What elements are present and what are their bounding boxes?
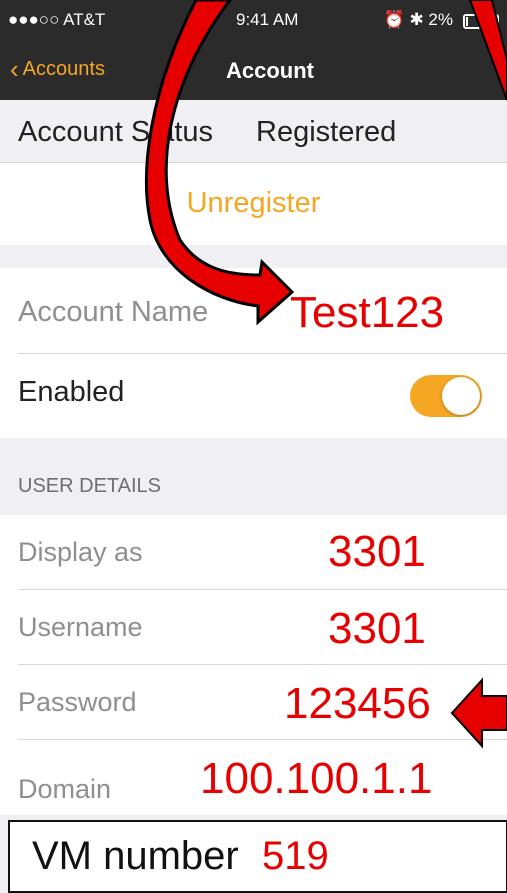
curved-arrow-icon xyxy=(145,0,295,326)
arrow-left-icon xyxy=(450,677,507,749)
arrow-partial-icon xyxy=(468,0,507,101)
annotation-arrows xyxy=(145,0,507,749)
